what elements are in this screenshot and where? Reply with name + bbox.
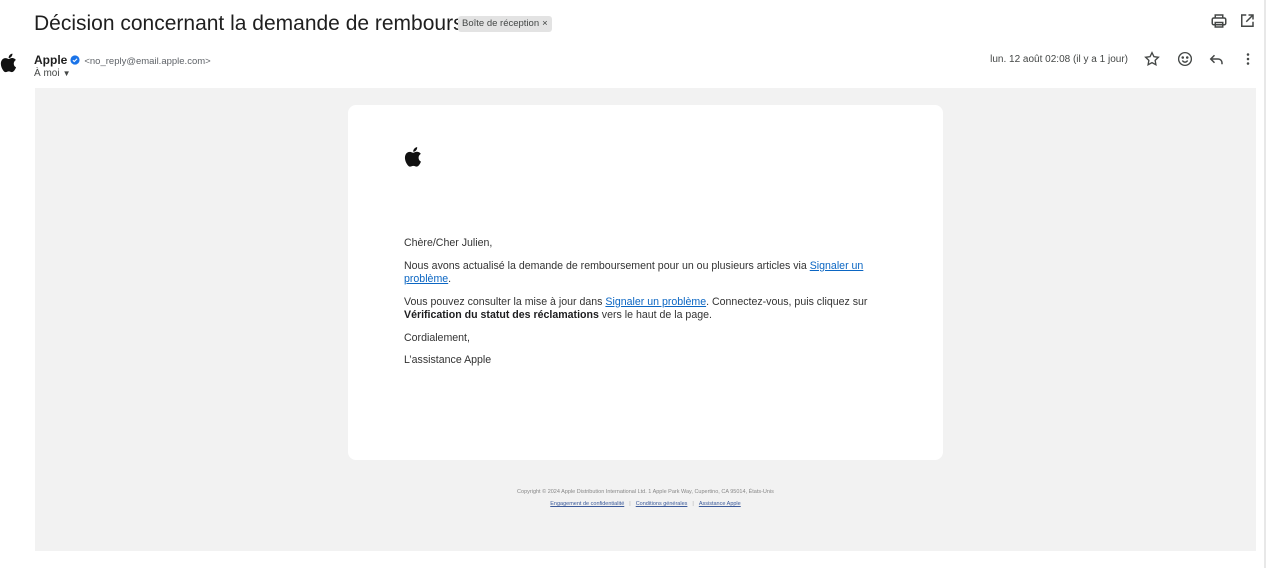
paragraph-instructions-end: vers le haut de la page. <box>598 309 712 321</box>
paragraph-instructions-mid: . Connectez-vous, puis cliquez sur <box>706 295 868 308</box>
emoji-icon[interactable] <box>1176 50 1194 68</box>
more-vertical-icon[interactable] <box>1239 50 1257 68</box>
sender-email: <no_reply@email.apple.com> <box>84 56 211 67</box>
sender-avatar-apple-logo-icon <box>0 52 17 74</box>
terms-link[interactable]: Conditions générales <box>636 501 688 507</box>
greeting: Chère/Cher Julien, <box>404 237 493 249</box>
signature: L’assistance Apple <box>404 354 492 366</box>
message-body: Chère/Cher Julien, Nous avons actualisé … <box>404 237 904 377</box>
open-in-new-window-icon[interactable] <box>1238 12 1256 30</box>
print-icon[interactable] <box>1210 12 1228 30</box>
sender-name[interactable]: Apple <box>34 53 67 67</box>
verified-badge-icon <box>70 55 80 65</box>
paragraph-update: Nous avons actualisé la demande de rembo… <box>404 260 904 287</box>
inbox-label-chip[interactable]: Boîte de réception × <box>458 16 552 32</box>
remove-label-button[interactable]: × <box>542 18 548 29</box>
paragraph-instructions: Vous pouvez consulter la mise à jour dan… <box>404 296 904 323</box>
inbox-label-text: Boîte de réception <box>462 18 540 29</box>
closing: Cordialement, <box>404 331 470 344</box>
star-icon[interactable] <box>1143 50 1161 68</box>
report-problem-link-2[interactable]: Signaler un problème <box>605 296 706 308</box>
footer-links: Engagement de confidentialité | Conditions… <box>348 498 943 510</box>
copyright-text: Copyright © 2024 Apple Distribution Inte… <box>517 489 774 495</box>
recipient-text: À moi <box>34 68 60 79</box>
footer-separator: | <box>629 501 631 507</box>
sender-line: Apple <no_reply@email.apple.com> <box>34 53 211 67</box>
paragraph-update-text: Nous avons actualisé la demande de rembo… <box>404 259 810 272</box>
paragraph-instructions-text: Vous pouvez consulter la mise à jour dan… <box>404 295 606 308</box>
chevron-down-icon: ▼ <box>62 69 71 78</box>
apple-logo-icon <box>403 145 422 169</box>
claim-status-bold: Vérification du statut des réclamations <box>404 309 599 321</box>
reply-icon[interactable] <box>1207 50 1225 68</box>
email-date: lun. 12 août 02:08 (il y a 1 jour) <box>990 54 1128 65</box>
apple-support-link[interactable]: Assistance Apple <box>699 501 741 507</box>
paragraph-update-end: . <box>448 273 452 285</box>
email-subject: Décision concernant la demande de rembou… <box>34 12 522 35</box>
message-card: Chère/Cher Julien, Nous avons actualisé … <box>348 105 943 460</box>
subject-row: Décision concernant la demande de rembou… <box>34 8 1266 38</box>
privacy-policy-link[interactable]: Engagement de confidentialité <box>550 501 624 507</box>
email-footer: Copyright © 2024 Apple Distribution Inte… <box>348 486 943 510</box>
footer-separator: | <box>692 501 694 507</box>
recipient-toggle[interactable]: À moi ▼ <box>34 68 70 79</box>
